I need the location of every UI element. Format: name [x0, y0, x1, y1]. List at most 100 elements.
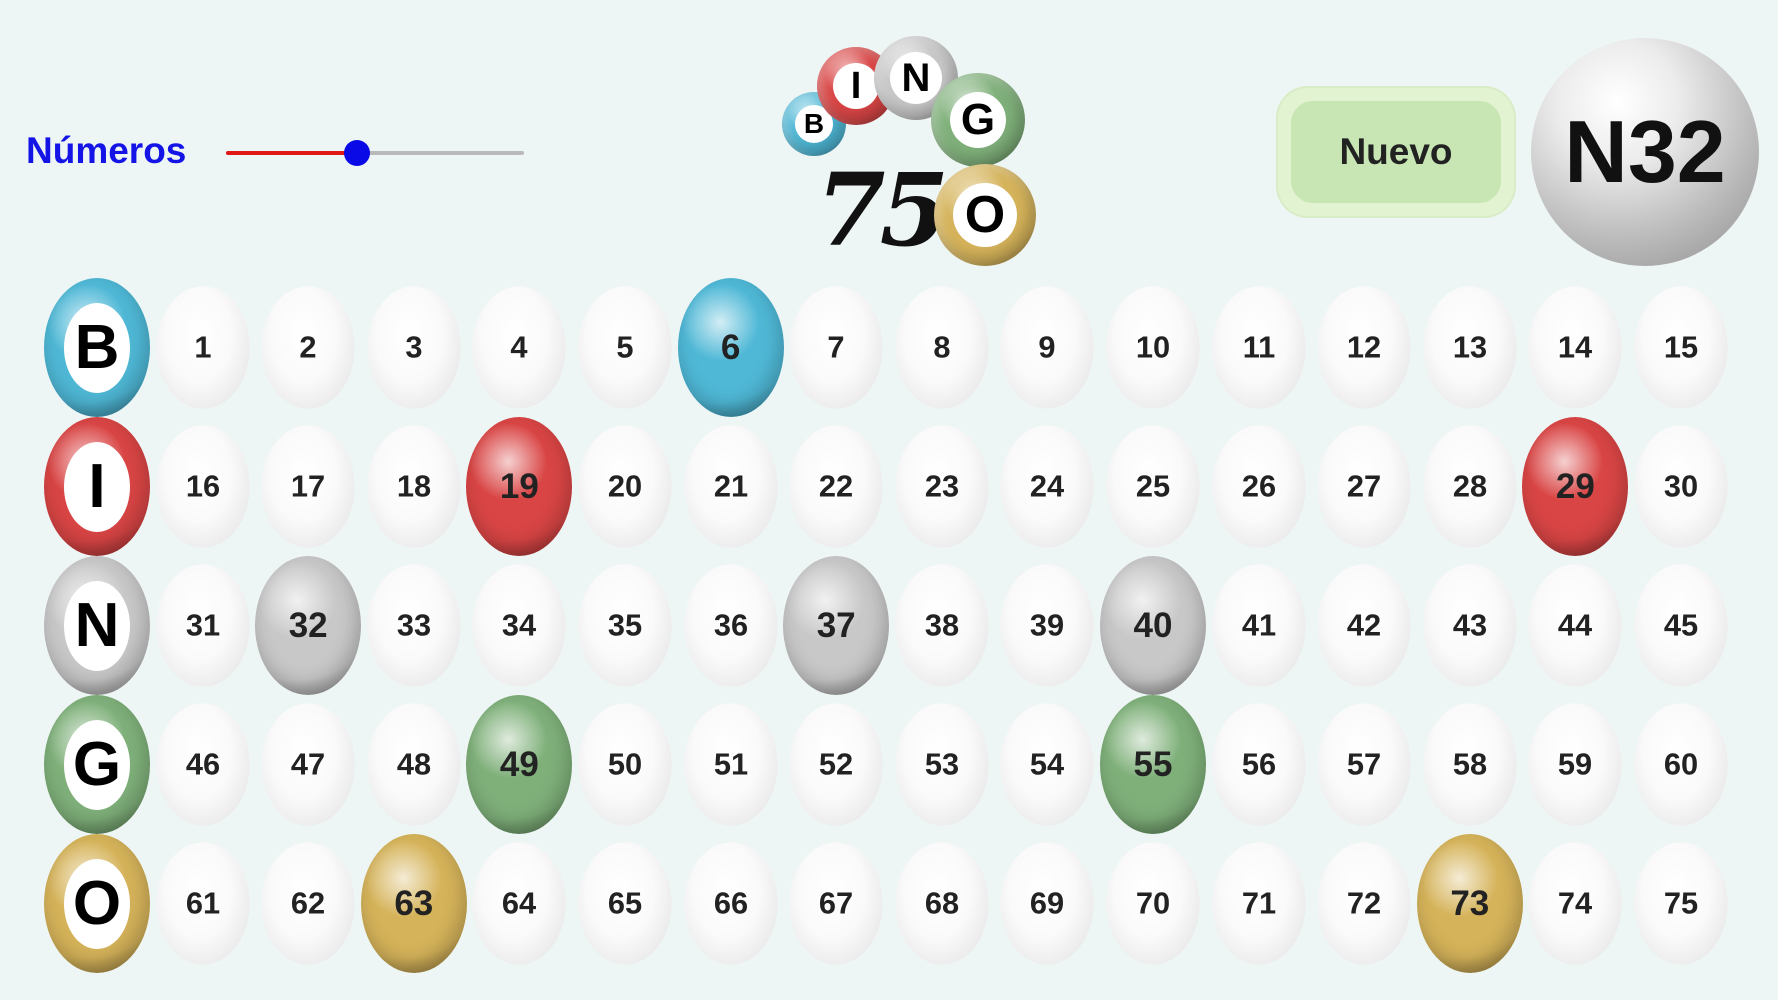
bingo-75-logo: 75 BINGO — [780, 36, 1050, 272]
ball-28: 28 — [1423, 425, 1517, 548]
ball-74: 74 — [1528, 842, 1623, 965]
ball-2: 2 — [261, 286, 355, 409]
board-row-b: B 1 2 3 4 5 6 7 8 9 10 11 12 13 14 15 — [44, 278, 1744, 417]
board-row-n: N 31 32 33 34 35 36 37 38 39 40 41 42 43 44 45 — [44, 556, 1744, 695]
ball-13: 13 — [1423, 286, 1517, 409]
row-letter-ball-g: G — [44, 695, 150, 834]
logo-ball-letter: G — [950, 92, 1006, 148]
ball-75: 75 — [1634, 842, 1728, 965]
ball-38: 38 — [895, 564, 989, 687]
ball-60: 60 — [1634, 703, 1728, 826]
called-ball-73: 73 — [1416, 834, 1523, 973]
logo-ball-letter: O — [953, 183, 1017, 247]
ball-47: 47 — [261, 703, 355, 826]
ball-50: 50 — [578, 703, 672, 826]
ball-8: 8 — [895, 286, 989, 409]
board-row-g: G 46 47 48 49 50 51 52 53 54 55 56 57 58 59 60 — [44, 695, 1744, 834]
called-ball-32: 32 — [255, 556, 362, 695]
ball-4: 4 — [472, 286, 567, 409]
ball-12: 12 — [1317, 286, 1411, 409]
called-ball-49: 49 — [466, 695, 573, 834]
row-letter-ball-n: N — [44, 556, 150, 695]
row-letter-ball-i: I — [44, 417, 150, 556]
ball-34: 34 — [472, 564, 567, 687]
called-ball-63: 63 — [360, 834, 467, 973]
ball-71: 71 — [1211, 842, 1306, 965]
ball-57: 57 — [1317, 703, 1411, 826]
ball-33: 33 — [367, 564, 461, 687]
ball-24: 24 — [1000, 425, 1095, 548]
called-ball-6: 6 — [677, 278, 784, 417]
ball-16: 16 — [155, 425, 250, 548]
ball-3: 3 — [367, 286, 461, 409]
ball-31: 31 — [155, 564, 250, 687]
logo-ball-letter: N — [890, 52, 942, 104]
logo-number: 75 — [816, 151, 949, 269]
ball-66: 66 — [683, 842, 778, 965]
row-letter: B — [64, 302, 130, 393]
bingo-board: B 1 2 3 4 5 6 7 8 9 10 11 12 13 14 15 I 16 17 18 19 20 21 22 23 2… — [44, 278, 1744, 978]
board-row-o: O 61 62 63 64 65 66 67 68 69 70 71 72 73 74 75 — [44, 834, 1744, 973]
ball-70: 70 — [1106, 842, 1200, 965]
nuevo-button[interactable]: Nuevo — [1278, 88, 1514, 216]
ball-35: 35 — [578, 564, 672, 687]
logo-ball-g: G — [931, 73, 1025, 167]
ball-7: 7 — [789, 286, 883, 409]
ball-53: 53 — [895, 703, 989, 826]
nuevo-button-label: Nuevo — [1291, 101, 1501, 203]
logo-ball-letter: I — [833, 63, 879, 109]
ball-58: 58 — [1423, 703, 1517, 826]
ball-5: 5 — [578, 286, 672, 409]
ball-59: 59 — [1528, 703, 1623, 826]
ball-26: 26 — [1211, 425, 1306, 548]
ball-10: 10 — [1106, 286, 1200, 409]
ball-64: 64 — [472, 842, 567, 965]
ball-43: 43 — [1423, 564, 1517, 687]
ball-9: 9 — [1000, 286, 1095, 409]
ball-72: 72 — [1317, 842, 1411, 965]
board-row-i: I 16 17 18 19 20 21 22 23 24 25 26 27 28 29 30 — [44, 417, 1744, 556]
ball-22: 22 — [789, 425, 883, 548]
ball-42: 42 — [1317, 564, 1411, 687]
called-ball-19: 19 — [466, 417, 573, 556]
ball-36: 36 — [683, 564, 778, 687]
slider-fill — [226, 151, 358, 155]
row-letter-ball-b: B — [44, 278, 150, 417]
row-letter-ball-o: O — [44, 834, 150, 973]
ball-61: 61 — [155, 842, 250, 965]
ball-11: 11 — [1211, 286, 1306, 409]
called-ball-29: 29 — [1522, 417, 1629, 556]
called-ball-40: 40 — [1100, 556, 1206, 695]
ball-62: 62 — [261, 842, 355, 965]
ball-69: 69 — [1000, 842, 1095, 965]
ball-14: 14 — [1528, 286, 1623, 409]
ball-44: 44 — [1528, 564, 1623, 687]
ball-1: 1 — [155, 286, 250, 409]
numeros-label: Números — [26, 130, 187, 171]
ball-23: 23 — [895, 425, 989, 548]
row-letter: I — [64, 441, 130, 532]
logo-ball-o: O — [934, 164, 1036, 266]
ball-56: 56 — [1211, 703, 1306, 826]
ball-20: 20 — [578, 425, 672, 548]
row-letter: O — [64, 858, 130, 949]
ball-27: 27 — [1317, 425, 1411, 548]
numeros-slider[interactable] — [226, 140, 524, 166]
ball-21: 21 — [683, 425, 778, 548]
ball-39: 39 — [1000, 564, 1095, 687]
called-ball-55: 55 — [1100, 695, 1206, 834]
ball-30: 30 — [1634, 425, 1728, 548]
ball-51: 51 — [683, 703, 778, 826]
row-letter: N — [64, 580, 130, 671]
ball-18: 18 — [367, 425, 461, 548]
ball-46: 46 — [155, 703, 250, 826]
ball-54: 54 — [1000, 703, 1095, 826]
ball-45: 45 — [1634, 564, 1728, 687]
called-ball-37: 37 — [783, 556, 890, 695]
ball-68: 68 — [895, 842, 989, 965]
slider-thumb[interactable] — [344, 140, 371, 166]
ball-48: 48 — [367, 703, 461, 826]
ball-65: 65 — [578, 842, 672, 965]
ball-41: 41 — [1211, 564, 1306, 687]
ball-67: 67 — [789, 842, 883, 965]
